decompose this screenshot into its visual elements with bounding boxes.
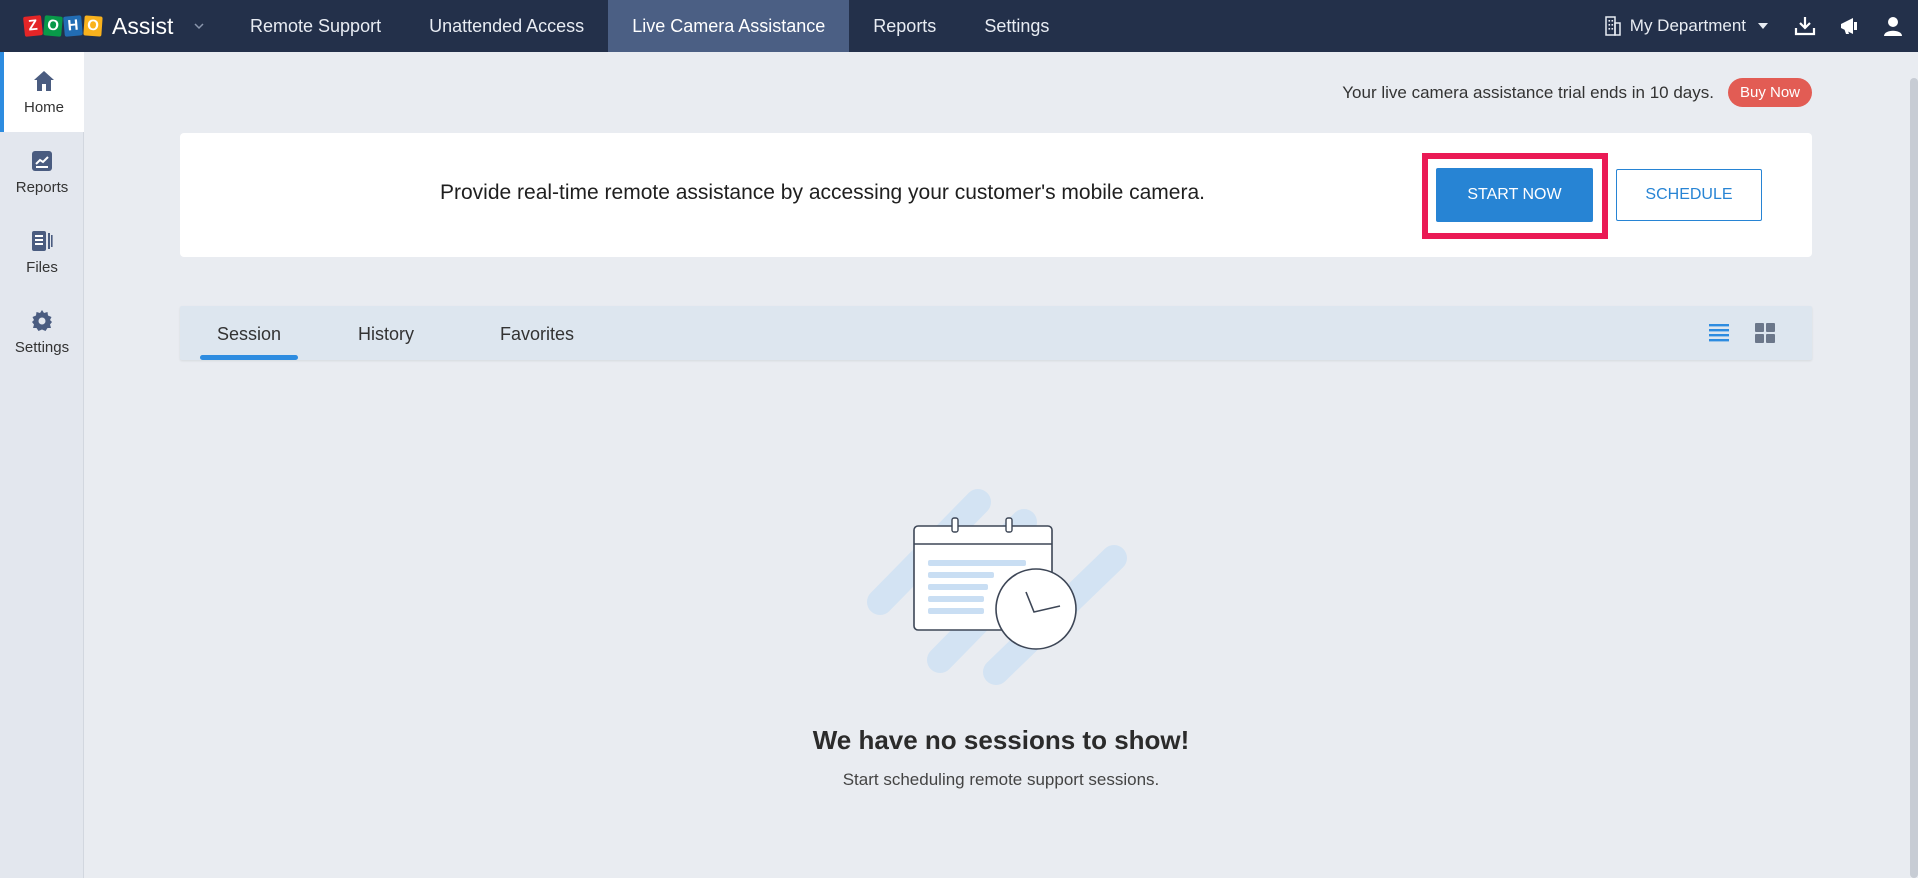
trial-notice: Your live camera assistance trial ends i… — [1342, 78, 1812, 107]
grid-view-icon[interactable] — [1754, 322, 1776, 344]
department-label: My Department — [1629, 16, 1746, 35]
nav-settings[interactable]: Settings — [960, 0, 1073, 52]
files-icon — [32, 230, 53, 251]
sidebar-item-label: Settings — [14, 338, 70, 356]
reports-icon — [32, 150, 52, 171]
empty-state-title: We have no sessions to show! — [812, 725, 1190, 755]
nav-reports[interactable]: Reports — [849, 0, 960, 52]
schedule-button[interactable]: SCHEDULE — [1616, 169, 1762, 221]
top-navigation-bar: Z O H O Assist Remote Support Unattended… — [0, 0, 1918, 52]
sidebar-item-files[interactable]: Files — [0, 212, 84, 292]
sidebar-item-label: Files — [26, 258, 58, 276]
session-tabs: Session History Favorites — [180, 306, 1812, 360]
start-now-button[interactable]: START NOW — [1436, 168, 1593, 222]
caret-down-icon — [1758, 23, 1768, 29]
sidebar-item-label: Reports — [15, 178, 69, 196]
building-icon — [1605, 16, 1621, 36]
gear-icon — [32, 309, 52, 331]
list-view-icon[interactable] — [1708, 322, 1730, 344]
empty-state-subtitle: Start scheduling remote support sessions… — [842, 770, 1160, 789]
sidebar-item-reports[interactable]: Reports — [0, 132, 84, 212]
sidebar-item-home[interactable]: Home — [0, 52, 84, 132]
calendar-clock-illustration — [867, 489, 1127, 685]
buy-now-button[interactable]: Buy Now — [1727, 78, 1812, 107]
user-icon[interactable] — [1882, 15, 1904, 37]
brand[interactable]: Z O H O Assist — [0, 0, 220, 52]
zoho-logo: Z O H O — [23, 15, 103, 37]
trial-text: Your live camera assistance trial ends i… — [1342, 82, 1714, 102]
chevron-down-icon[interactable] — [193, 20, 205, 32]
tab-favorites[interactable]: Favorites — [500, 306, 574, 360]
main-nav: Remote Support Unattended Access Live Ca… — [226, 0, 1073, 52]
sidebar-item-settings[interactable]: Settings — [0, 292, 84, 372]
home-icon — [34, 70, 54, 91]
scrollbar-thumb[interactable] — [1910, 78, 1918, 878]
nav-live-camera-assistance[interactable]: Live Camera Assistance — [608, 0, 850, 52]
tab-history[interactable]: History — [358, 306, 414, 360]
nav-unattended-access[interactable]: Unattended Access — [405, 0, 608, 52]
announcement-icon[interactable] — [1838, 15, 1860, 37]
nav-remote-support[interactable]: Remote Support — [226, 0, 405, 52]
department-selector[interactable]: My Department — [1604, 16, 1768, 36]
promo-text: Provide real-time remote assistance by a… — [440, 181, 1205, 204]
promo-card: Provide real-time remote assistance by a… — [180, 133, 1812, 257]
top-right-controls: My Department — [1604, 0, 1918, 52]
download-icon[interactable] — [1794, 15, 1816, 37]
tab-session[interactable]: Session — [199, 306, 299, 360]
app-name: Assist — [112, 12, 174, 39]
sidebar-item-label: Home — [23, 98, 64, 116]
